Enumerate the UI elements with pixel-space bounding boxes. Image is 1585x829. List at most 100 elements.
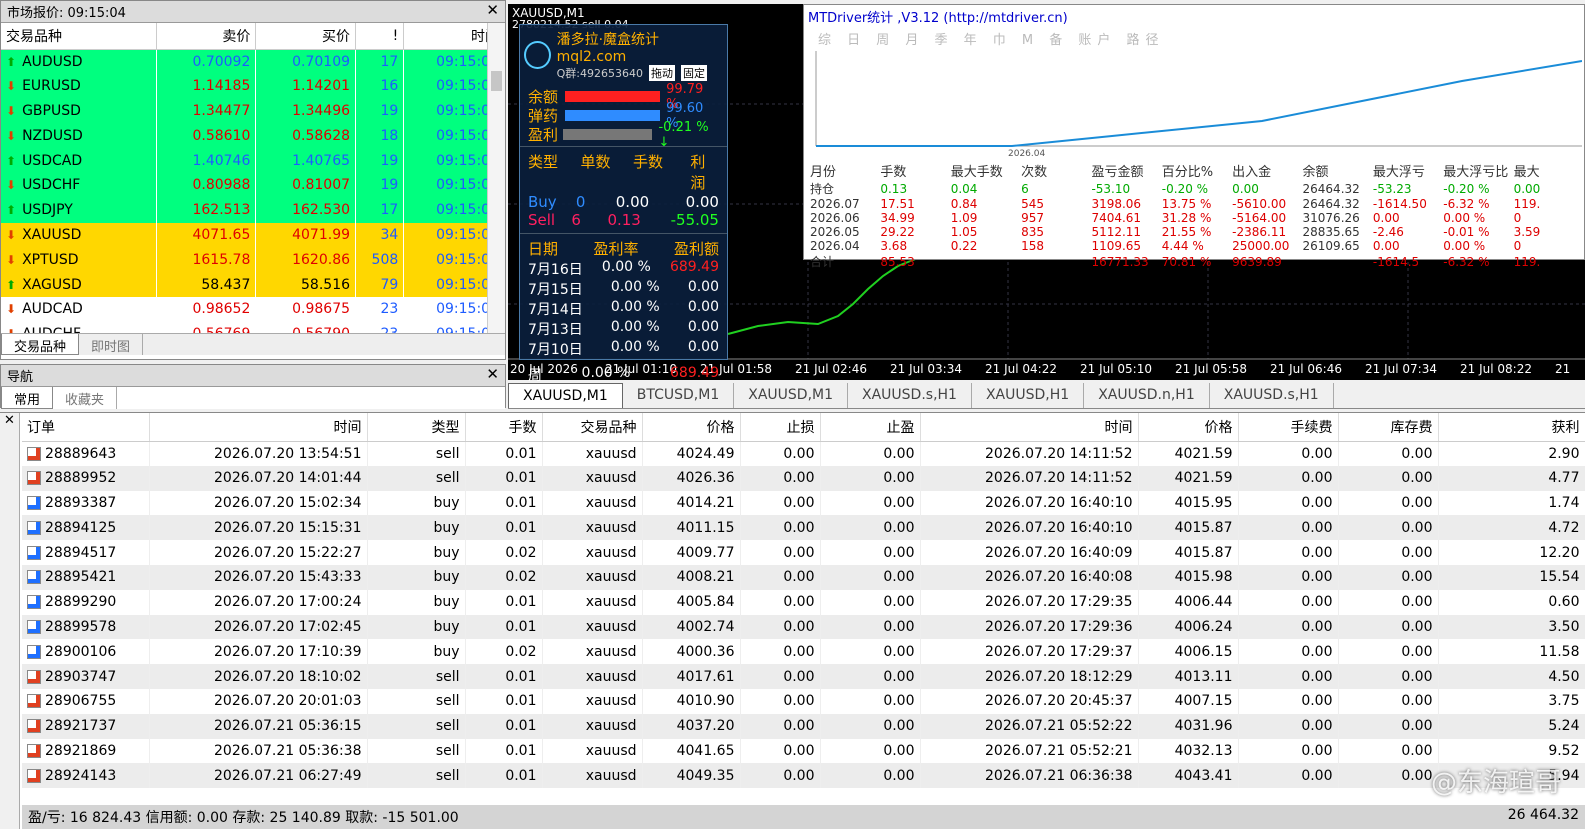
bid-cell: 4071.65	[156, 222, 257, 248]
quote-row[interactable]: ⬆ USDJPY 162.513 162.530 17 09:15:04	[1, 197, 505, 223]
order-row[interactable]: 28895421 2026.07.20 15:43:33 buy 0.02 xauusd…	[22, 564, 1585, 590]
order-row[interactable]: 28900106 2026.07.20 17:10:39 buy 0.02 xauusd…	[22, 639, 1585, 665]
order-row[interactable]: 28924143 2026.07.21 06:27:49 sell 0.01 xauus…	[22, 763, 1585, 789]
chart-tab[interactable]: XAUUSD,M1	[508, 383, 623, 408]
quote-row[interactable]: ⬇ XPTUSD 1615.78 1620.86 508 09:15:04	[1, 247, 505, 273]
close-icon[interactable]: ✕	[0, 413, 19, 428]
tab-tick-chart[interactable]: 即时图	[79, 334, 144, 355]
order-column-header[interactable]: 价格	[642, 413, 741, 442]
quote-row[interactable]: ⬇AUDCHF0.567690.567902309:15:04	[1, 321, 505, 333]
tab-symbols[interactable]: 交易品种	[1, 334, 80, 355]
buy-order-icon	[27, 619, 41, 634]
tab-favorites[interactable]: 收藏夹	[53, 387, 118, 409]
order-cell: 0.01	[465, 713, 543, 739]
order-row[interactable]: 28894125 2026.07.20 15:15:31 buy 0.01 xauusd…	[22, 515, 1585, 541]
order-row[interactable]: 28906755 2026.07.20 20:01:03 sell 0.01 xauus…	[22, 688, 1585, 714]
chart-tab[interactable]: BTCUSD,M1	[623, 383, 735, 408]
order-row[interactable]: 28889643 2026.07.20 13:54:51 sell 0.01 xauus…	[22, 441, 1585, 466]
order-value: buy	[433, 594, 460, 611]
quote-row[interactable]: ⬆ XAGUSD 58.437 58.516 79 09:15:04	[1, 272, 505, 297]
order-row[interactable]: 28893387 2026.07.20 15:02:34 buy 0.01 xauusd…	[22, 490, 1585, 516]
order-cell: 28889952	[22, 465, 150, 491]
order-value: 0.00	[783, 594, 815, 611]
quote-row[interactable]: ⬇ XAUUSD 4071.65 4071.99 34 09:15:04	[1, 222, 505, 248]
chart-tab[interactable]: XAUUSD.s,H1	[848, 383, 972, 408]
column-header[interactable]: 卖价	[156, 23, 257, 50]
order-row[interactable]: 28899290 2026.07.20 17:00:24 buy 0.01 xauusd…	[22, 589, 1585, 615]
chart-tab[interactable]: XAUUSD,M1	[734, 383, 848, 408]
order-column-header[interactable]: 止盈	[820, 413, 921, 442]
day-rate: 0.00 %	[610, 319, 660, 335]
day-row: 7月16日 0.00 % 689.49	[528, 259, 719, 279]
order-row[interactable]: 28903747 2026.07.20 18:10:02 sell 0.01 xauus…	[22, 664, 1585, 689]
order-value: sell	[435, 718, 460, 735]
order-column-header[interactable]: 手数	[465, 413, 543, 442]
quote-row[interactable]: ⬇ AUDCAD 0.98652 0.98675 23 09:15:04	[1, 296, 505, 322]
tab-common[interactable]: 常用	[1, 387, 54, 409]
order-cell: 4010.90	[642, 688, 741, 714]
ask-cell: 0.81007	[255, 172, 357, 198]
order-row[interactable]: 28921737 2026.07.21 05:36:15 sell 0.01 xauus…	[22, 713, 1585, 739]
order-cell: 4026.36	[642, 465, 741, 491]
quote-row[interactable]: ⬇ USDCHF 0.80988 0.81007 19 09:15:04	[1, 172, 505, 198]
order-cell: 4049.35	[642, 763, 741, 789]
column-header[interactable]: 交易品种	[1, 23, 157, 50]
column-header[interactable]: !	[355, 23, 405, 50]
order-column-header[interactable]: 价格	[1138, 413, 1239, 442]
order-column-header[interactable]: 时间	[920, 413, 1139, 442]
close-icon[interactable]: ✕	[486, 365, 499, 383]
order-column-header[interactable]: 止损	[740, 413, 821, 442]
order-row[interactable]: 28899578 2026.07.20 17:02:45 buy 0.01 xauusd…	[22, 614, 1585, 640]
close-icon[interactable]: ✕	[486, 1, 499, 19]
fix-button[interactable]: 固定	[680, 65, 707, 81]
order-value: 28894517	[45, 544, 117, 561]
order-column-header[interactable]: 交易品种	[542, 413, 643, 442]
order-value: 12.20	[1539, 544, 1580, 561]
order-value: 28921869	[45, 742, 117, 759]
bar-track	[565, 91, 661, 102]
day-rate: 0.00 %	[610, 299, 660, 315]
order-column-header[interactable]: 手续费	[1238, 413, 1339, 442]
stats-menu[interactable]: 综 日 周 月 季 年 巾 M 备 账户 路径	[804, 27, 1584, 49]
order-cell: 2026.07.20 20:01:03	[149, 688, 368, 714]
quote-row[interactable]: ⬆ USDCAD 1.40746 1.40765 19 09:15:04	[1, 148, 505, 173]
order-value: 0.00	[1401, 767, 1433, 784]
order-column-header[interactable]: 获利	[1438, 413, 1585, 442]
stats-cell: -6.32 %	[1443, 197, 1490, 211]
order-column-header[interactable]: 类型	[367, 413, 466, 442]
order-column-header[interactable]: 时间	[149, 413, 368, 442]
order-cell: 2026.07.20 20:45:37	[920, 688, 1139, 714]
stats-cell: 0.00 %	[1443, 211, 1486, 225]
order-cell: 28921737	[22, 713, 150, 739]
order-value: 0.00	[1301, 668, 1333, 685]
mtdriver-stats-panel[interactable]: MTDriver统计 ,V3.12 (http://mtdriver.cn) 综…	[803, 4, 1585, 269]
order-cell: 0.00	[820, 639, 921, 665]
order-row[interactable]: 28894517 2026.07.20 15:22:27 buy 0.02 xauusd…	[22, 540, 1585, 565]
day-amount: 0.00	[687, 299, 719, 315]
quote-row[interactable]: ⬇ GBPUSD 1.34477 1.34496 19 09:15:04	[1, 98, 505, 124]
order-value: 0.00	[1301, 569, 1333, 586]
order-value: 0.00	[1301, 494, 1333, 511]
chart-tab[interactable]: XAUUSD,H1	[972, 383, 1085, 408]
order-row[interactable]: 28889952 2026.07.20 14:01:44 sell 0.01 xauus…	[22, 465, 1585, 491]
order-cell: 4015.98	[1138, 564, 1239, 590]
symbol-name: USDJPY	[22, 202, 73, 219]
order-column-header[interactable]: 库存费	[1338, 413, 1439, 442]
order-value: 0.00	[1301, 445, 1333, 462]
scrollbar[interactable]	[487, 23, 505, 333]
chart-tab[interactable]: XAUUSD.s,H1	[1210, 383, 1334, 408]
quote-row[interactable]: ⬆ AUDUSD 0.70092 0.70109 17 09:15:03	[1, 49, 505, 74]
order-cell: 28903747	[22, 664, 150, 689]
quote-row[interactable]: ⬇ EURUSD 1.14185 1.14201 16 09:15:03	[1, 73, 505, 99]
drag-button[interactable]: 拖动	[648, 65, 675, 81]
pandora-stats-panel[interactable]: 潘多拉·魔盒统计 mql2.com Q群:492653640 拖动 固定 余额 9…	[519, 24, 728, 384]
quote-row[interactable]: ⬇ NZDUSD 0.58610 0.58628 18 09:15:03	[1, 123, 505, 149]
column-header[interactable]: 买价	[255, 23, 357, 50]
order-cell: 0.01	[465, 515, 543, 541]
order-cell: 0.00	[1338, 738, 1439, 764]
order-column-header[interactable]: 订单	[22, 413, 150, 442]
chart-tab[interactable]: XAUUSD.n,H1	[1084, 383, 1210, 408]
order-row[interactable]: 28921869 2026.07.21 05:36:38 sell 0.01 xauus…	[22, 738, 1585, 764]
order-cell: 0.01	[465, 688, 543, 714]
order-cell: 28889643	[22, 441, 150, 466]
